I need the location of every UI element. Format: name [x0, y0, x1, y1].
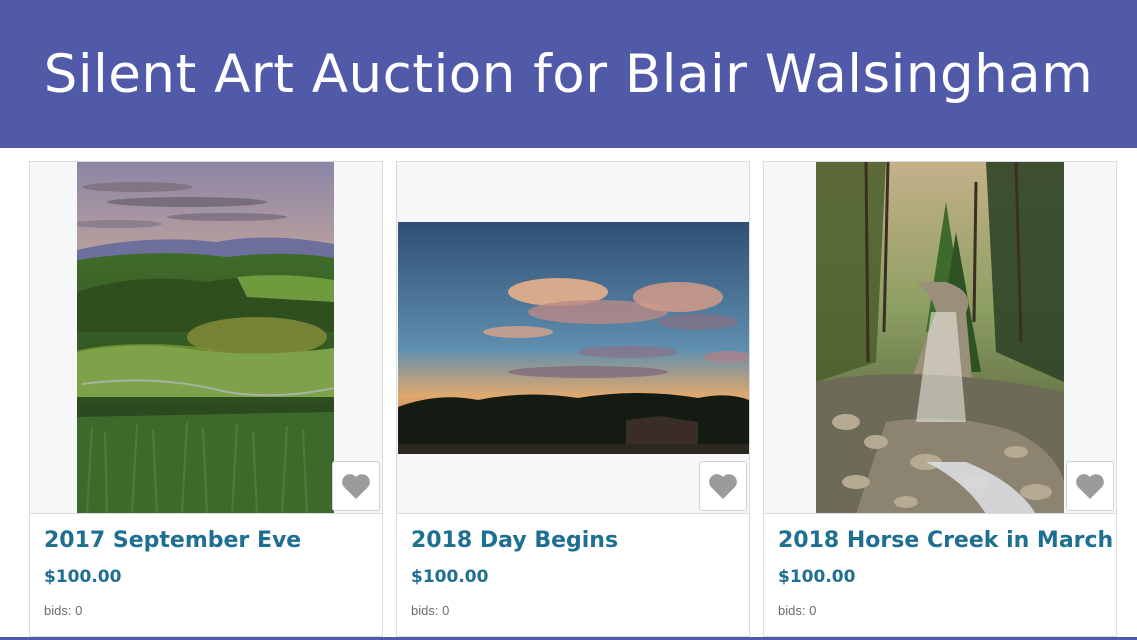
item-image-area[interactable] [764, 162, 1116, 514]
creek-painting[interactable] [816, 162, 1064, 514]
item-image-area[interactable] [30, 162, 382, 514]
auction-item-grid: 2017 September Eve $100.00 bids: 0 2018 … [0, 148, 1137, 640]
item-bids: bids: 0 [778, 603, 817, 618]
item-title[interactable]: 2018 Day Begins [411, 528, 618, 553]
auction-item-card[interactable]: 2017 September Eve $100.00 bids: 0 [29, 161, 383, 637]
item-image-area[interactable] [397, 162, 749, 514]
item-price: $100.00 [778, 567, 856, 587]
heart-icon [342, 473, 370, 499]
auction-item-card[interactable]: 2018 Horse Creek in March $100.00 bids: … [763, 161, 1117, 637]
favorite-button[interactable] [699, 461, 747, 511]
item-bids: bids: 0 [411, 603, 450, 618]
item-price: $100.00 [44, 567, 122, 587]
sunrise-painting[interactable] [398, 222, 749, 454]
heart-icon [1076, 473, 1104, 499]
item-bids: bids: 0 [44, 603, 83, 618]
item-title[interactable]: 2017 September Eve [44, 528, 301, 553]
page-title: Silent Art Auction for Blair Walsingham [43, 43, 1094, 105]
favorite-button[interactable] [1066, 461, 1114, 511]
item-title[interactable]: 2018 Horse Creek in March [778, 528, 1113, 553]
heart-icon [709, 473, 737, 499]
page-header: Silent Art Auction for Blair Walsingham [0, 0, 1137, 148]
auction-item-card[interactable]: 2018 Day Begins $100.00 bids: 0 [396, 161, 750, 637]
landscape-painting[interactable] [77, 162, 334, 514]
item-price: $100.00 [411, 567, 489, 587]
favorite-button[interactable] [332, 461, 380, 511]
